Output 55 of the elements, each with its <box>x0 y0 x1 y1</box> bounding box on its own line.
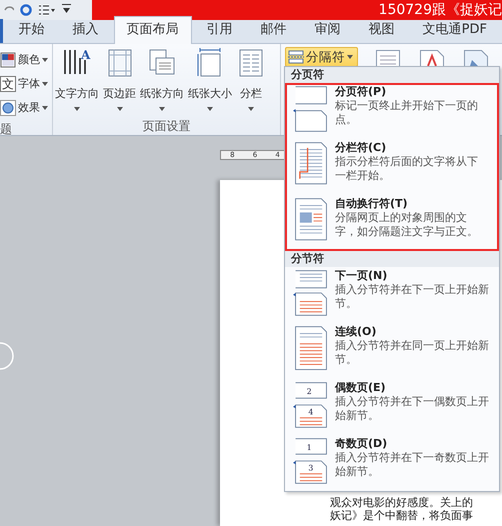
menu-item-description: 插入分节符并在下一偶数页上开始新节。 <box>335 395 490 423</box>
menu-item-title[interactable]: 分栏符(C) <box>335 141 483 155</box>
circle-icon <box>0 100 16 116</box>
list-icon <box>38 4 56 16</box>
circle-outline <box>0 341 14 371</box>
section-header: 分节符 <box>285 251 499 267</box>
ribbon-tab[interactable]: 页面布局 <box>114 16 192 44</box>
next-page-icon <box>293 269 329 317</box>
caret-icon <box>347 55 353 59</box>
caret-icon <box>74 106 80 110</box>
text-line: 观众对电影的好感度。关上的 <box>330 496 473 509</box>
text-line: 妖记》是个中翻替，将负面事 <box>330 509 473 522</box>
group-label: 页面设置 <box>142 118 192 135</box>
menu-item-description: 插入分节符并在下一奇数页上开始新节。 <box>335 451 490 479</box>
file-tab[interactable] <box>0 19 4 43</box>
caret-icon <box>42 106 48 110</box>
ribbon-button[interactable]: 分栏 <box>236 44 266 117</box>
caret-icon <box>207 106 213 110</box>
breaks-button[interactable]: 分隔符 <box>285 47 358 67</box>
ribbon-tab[interactable]: 插入 <box>60 16 112 43</box>
theme-option[interactable]: 效果 <box>18 100 40 116</box>
ribbon-button[interactable]: A 文字方向 <box>55 44 99 117</box>
ribbon-button[interactable]: 纸张大小 <box>188 44 232 117</box>
menu-item-description: 指示分栏符后面的文字将从下一栏开始。 <box>335 155 479 183</box>
color-swatch-icon <box>0 52 16 68</box>
menu-item-title[interactable]: 自动换行符(T) <box>335 197 483 211</box>
page-break-icon <box>293 85 329 133</box>
menu-item-title[interactable]: 下一页(N) <box>335 269 497 283</box>
theme-option[interactable]: 颜色 <box>18 52 40 68</box>
caret-icon <box>42 82 48 86</box>
menu-item-title[interactable]: 连续(O) <box>335 325 497 339</box>
page-icon <box>464 50 488 66</box>
ribbon-tab[interactable]: 开始 <box>6 16 58 43</box>
ribbon-button[interactable]: 页边距 <box>103 44 136 117</box>
breaks-icon <box>288 50 304 64</box>
caret-icon <box>248 106 254 110</box>
section-header: 分页符 <box>285 67 499 83</box>
menu-item-title[interactable]: 分页符(P) <box>335 85 483 99</box>
menu-item-title[interactable]: 奇数页(D) <box>335 437 497 451</box>
caret-icon <box>159 106 165 110</box>
menu-item-description: 插入分节符并在下一页上开始新节。 <box>335 283 490 311</box>
theme-option[interactable]: 字体 <box>18 76 40 92</box>
menu-item-title[interactable]: 偶数页(E) <box>335 381 497 395</box>
caret-icon <box>116 106 122 110</box>
ribbon-tab[interactable]: 审阅 <box>302 16 354 43</box>
menu-item-description: 标记一页终止并开始下一页的点。 <box>335 99 479 127</box>
group-label: 题 <box>0 121 13 138</box>
menu-item-description: 插入分节符并在同一页上开始新节。 <box>335 339 490 367</box>
ribbon-tab[interactable]: 引用 <box>194 16 246 43</box>
font-icon: 文 <box>0 76 16 92</box>
ribbon-button[interactable]: 纸张方向 <box>140 44 184 117</box>
ribbon-tab[interactable]: 邮件 <box>248 16 300 43</box>
continuous-icon <box>293 325 329 373</box>
caret-icon <box>42 58 48 62</box>
menu-item-description: 分隔网页上的对象周围的文字，如分隔题注文字与正文。 <box>335 211 479 239</box>
